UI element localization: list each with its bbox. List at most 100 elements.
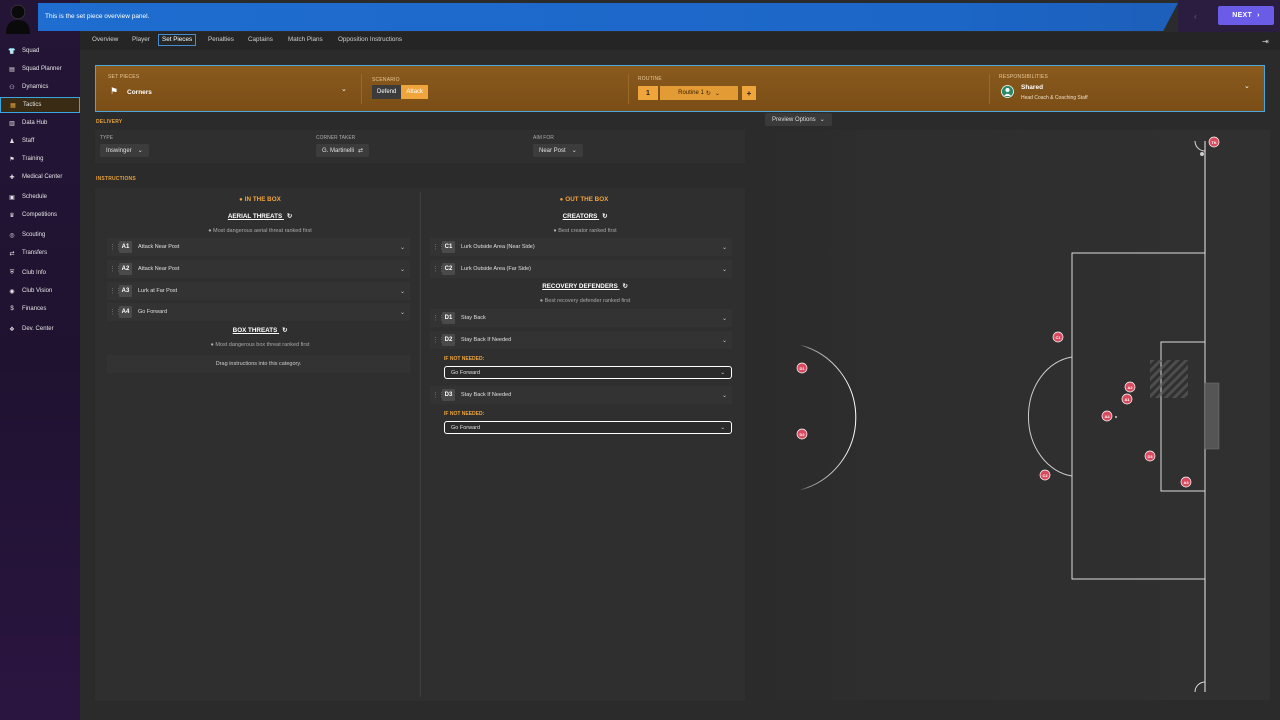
sidebar-item-training[interactable]: ⚑ Training xyxy=(0,151,80,167)
responsibilities-value[interactable]: Shared xyxy=(1021,84,1043,91)
drag-handle-icon[interactable]: ⋮⋮ xyxy=(432,243,445,251)
sidebar-item-competitions[interactable]: ♛ Competitions xyxy=(0,207,80,223)
scouting-icon: ◎ xyxy=(9,232,15,239)
chevron-down-icon[interactable]: ⌄ xyxy=(722,315,727,322)
marker-a1[interactable]: A1 xyxy=(1121,393,1133,405)
sidebar-item-squad-planner[interactable]: ▤ Squad Planner xyxy=(0,61,80,77)
instruction-row[interactable]: ⋮⋮ C1 Lurk Outside Area (Near Side) ⌄ xyxy=(430,238,732,256)
next-arrow-icon: › xyxy=(1257,12,1260,19)
drag-handle-icon[interactable]: ⋮⋮ xyxy=(109,243,122,251)
drag-handle-icon[interactable]: ⋮⋮ xyxy=(109,308,122,316)
exit-icon[interactable]: ⇥ xyxy=(1262,37,1271,46)
drag-handle-icon[interactable]: ⋮⋮ xyxy=(432,314,445,322)
chevron-down-icon[interactable]: ⌄ xyxy=(400,309,405,316)
sidebar-item-finances[interactable]: $ Finances xyxy=(0,301,80,317)
instruction-row[interactable]: ⋮⋮ D3 Stay Back If Needed ⌄ xyxy=(430,386,732,404)
instruction-row[interactable]: ⋮⋮ D1 Stay Back ⌄ xyxy=(430,309,732,327)
drag-handle-icon[interactable]: ⋮⋮ xyxy=(109,287,122,295)
instruction-row[interactable]: ⋮⋮ D2 Stay Back If Needed ⌄ xyxy=(430,331,732,349)
planner-icon: ▤ xyxy=(9,66,15,73)
tab-overview[interactable]: Overview xyxy=(92,36,118,48)
corner-taker-select[interactable]: G. Martinelli ⇄ xyxy=(316,144,370,157)
sidebar-item-club-vision[interactable]: ◉ Club Vision xyxy=(0,283,80,299)
sidebar-item-tactics[interactable]: ▦ Tactics xyxy=(0,97,80,113)
marker-c2[interactable]: C2 xyxy=(1039,469,1051,481)
scenario-attack-button[interactable]: Attack xyxy=(401,85,429,99)
sidebar-item-label: Training xyxy=(22,156,44,162)
chevron-down-icon[interactable]: ⌄ xyxy=(722,392,727,399)
pitch-view[interactable]: TK C1 A2 A1 A4 D3 A3 C2 D1 D2 xyxy=(760,130,1270,700)
drag-handle-icon[interactable]: ⋮⋮ xyxy=(432,265,445,273)
chevron-down-icon: ⌄ xyxy=(137,148,143,154)
sidebar-item-squad[interactable]: 👕 Squad xyxy=(0,43,80,59)
fallback-select-1[interactable]: Go Forward ⌄ xyxy=(444,366,732,379)
tab-captains[interactable]: Captains xyxy=(248,36,273,48)
marker-d1[interactable]: D1 xyxy=(796,362,808,374)
responsibilities-chevron-icon[interactable]: ⌄ xyxy=(1244,82,1250,90)
position-badge: D1 xyxy=(442,312,455,324)
instruction-text: Stay Back If Needed xyxy=(461,392,512,398)
chevron-down-icon[interactable]: ⌄ xyxy=(722,244,727,251)
marker-c1[interactable]: C1 xyxy=(1052,331,1064,343)
responsibilities-label: RESPONSIBILITIES xyxy=(999,74,1049,80)
set-pieces-value[interactable]: Corners xyxy=(127,89,152,96)
tab-player[interactable]: Player xyxy=(132,36,150,48)
sidebar-item-dev-center[interactable]: ❖ Dev. Center xyxy=(0,321,80,337)
type-select[interactable]: Inswinger ⌄ xyxy=(100,144,149,157)
chevron-down-icon[interactable]: ⌄ xyxy=(400,266,405,273)
chevron-down-icon[interactable]: ⌄ xyxy=(400,244,405,251)
instruction-row[interactable]: ⋮⋮ A2 Attack Near Post ⌄ xyxy=(107,260,410,278)
marker-a2[interactable]: A2 xyxy=(1124,381,1136,393)
next-button[interactable]: NEXT › xyxy=(1218,6,1274,25)
marker-a4[interactable]: A4 xyxy=(1101,410,1113,422)
sidebar-item-scouting[interactable]: ◎ Scouting xyxy=(0,227,80,243)
instruction-row[interactable]: ⋮⋮ C2 Lurk Outside Area (Far Side) ⌄ xyxy=(430,260,732,278)
tab-penalties[interactable]: Penalties xyxy=(208,36,234,48)
add-routine-button[interactable]: + xyxy=(742,86,756,100)
drag-handle-icon[interactable]: ⋮⋮ xyxy=(109,265,122,273)
preview-options-button[interactable]: Preview Options ⌄ xyxy=(765,113,832,126)
marker-d3[interactable]: D3 xyxy=(1144,450,1156,462)
info-icon: ● xyxy=(210,342,214,348)
refresh-icon[interactable]: ↻ xyxy=(287,213,292,220)
marker-d2[interactable]: D2 xyxy=(796,428,808,440)
manager-avatar-icon[interactable] xyxy=(4,2,32,34)
drag-handle-icon[interactable]: ⋮⋮ xyxy=(432,336,445,344)
chevron-down-icon[interactable]: ⌄ xyxy=(722,266,727,273)
delivery-section-label: DELIVERY xyxy=(96,119,123,125)
next-label: NEXT xyxy=(1232,12,1253,19)
aim-for-select[interactable]: Near Post ⌄ xyxy=(533,144,583,157)
tab-set-pieces[interactable]: Set Pieces xyxy=(158,34,197,46)
routine-select[interactable]: Routine 1 ↻ ⌄ xyxy=(660,86,738,100)
shirt-icon: 👕 xyxy=(8,48,16,55)
refresh-icon[interactable]: ↻ xyxy=(282,327,287,334)
marker-tk[interactable]: TK xyxy=(1208,136,1220,148)
sidebar-item-schedule[interactable]: ▣ Schedule xyxy=(0,189,80,205)
sidebar-item-dynamics[interactable]: ⚇ Dynamics xyxy=(0,79,80,95)
back-arrow-icon[interactable]: ‹ xyxy=(1194,12,1197,21)
marker-a3[interactable]: A3 xyxy=(1180,476,1192,488)
box-threats-drop-area[interactable]: Drag instructions into this category. xyxy=(107,355,410,373)
instruction-row[interactable]: ⋮⋮ A1 Attack Near Post ⌄ xyxy=(107,238,410,256)
set-pieces-chevron-icon[interactable]: ⌄ xyxy=(341,85,347,93)
sidebar-item-club-info[interactable]: ⛨ Club Info xyxy=(0,265,80,281)
sidebar-item-transfers[interactable]: ⇄ Transfers xyxy=(0,245,80,261)
sidebar-item-medical-center[interactable]: ✚ Medical Center xyxy=(0,169,80,185)
scenario-defend-button[interactable]: Defend xyxy=(372,85,402,99)
sidebar-item-data-hub[interactable]: ▥ Data Hub xyxy=(0,115,80,131)
position-badge: A2 xyxy=(119,263,132,275)
column-divider xyxy=(420,192,421,697)
instruction-row[interactable]: ⋮⋮ A4 Go Forward ⌄ xyxy=(107,303,410,321)
tab-match-plans[interactable]: Match Plans xyxy=(288,36,323,48)
routine-name: Routine 1 xyxy=(678,90,704,96)
instruction-row[interactable]: ⋮⋮ A3 Lurk at Far Post ⌄ xyxy=(107,282,410,300)
chevron-down-icon[interactable]: ⌄ xyxy=(722,337,727,344)
refresh-icon[interactable]: ↻ xyxy=(602,213,607,220)
chevron-down-icon[interactable]: ⌄ xyxy=(400,288,405,295)
sidebar-item-staff[interactable]: ♟ Staff xyxy=(0,133,80,149)
tab-opposition-instructions[interactable]: Opposition Instructions xyxy=(338,36,402,48)
refresh-icon[interactable]: ↻ xyxy=(623,283,628,290)
fallback-select-2[interactable]: Go Forward ⌄ xyxy=(444,421,732,434)
drag-handle-icon[interactable]: ⋮⋮ xyxy=(432,391,445,399)
marker-label: D2 xyxy=(799,432,805,437)
